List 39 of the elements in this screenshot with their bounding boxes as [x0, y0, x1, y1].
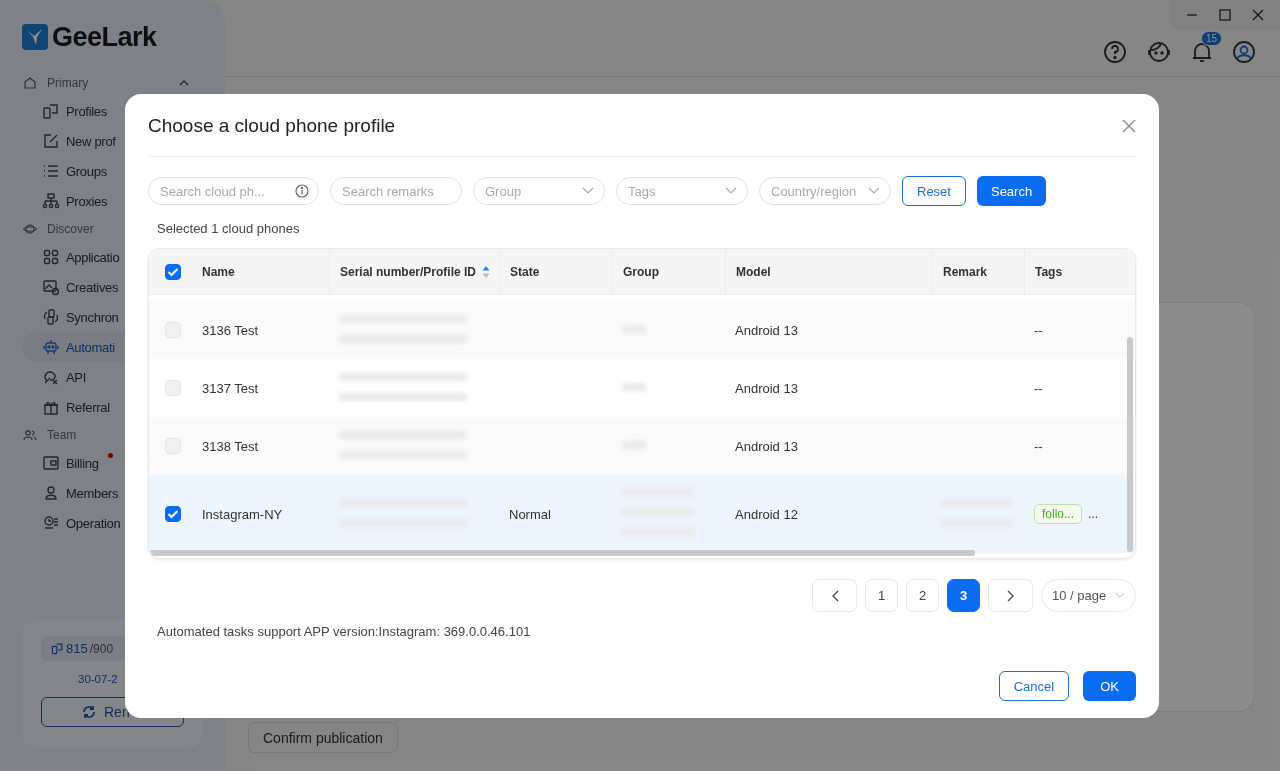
model-text: Android 12: [735, 506, 798, 522]
state-text: Normal: [509, 506, 551, 522]
column-header: Serial number/Profile ID: [340, 264, 477, 279]
cancel-button[interactable]: Cancel: [998, 671, 1070, 701]
page-button[interactable]: 3: [947, 579, 980, 612]
notification-badge: 15: [1201, 31, 1223, 46]
expiry-date: 30-07-2: [78, 672, 118, 687]
section-label: Primary: [47, 76, 89, 90]
section-label: Team: [47, 428, 77, 442]
empty-text: --: [1034, 438, 1043, 454]
column-header: State: [510, 264, 540, 279]
column-header: Name: [202, 264, 235, 279]
column-header: Remark: [943, 264, 988, 279]
tag: follo...: [1034, 504, 1082, 524]
sidebar-item[interactable]: Members: [22, 478, 222, 508]
column-header: Tags: [1035, 264, 1063, 279]
selection-summary: Selected 1 cloud phones: [157, 221, 301, 238]
confirm-publication-button[interactable]: Confirm publication: [248, 722, 398, 753]
profile-name: 3138 Test: [202, 438, 259, 454]
model-text: Android 13: [735, 322, 798, 338]
ok-button[interactable]: OK: [1083, 671, 1136, 701]
empty-text: --: [1034, 322, 1043, 338]
model-text: Android 13: [735, 380, 798, 396]
page-button[interactable]: 2: [906, 579, 939, 612]
dialog-title: Choose a cloud phone profile: [148, 115, 396, 137]
section-label: Discover: [47, 222, 94, 236]
reset-button[interactable]: Reset: [902, 176, 966, 206]
version-note: Automated tasks support APP version:Instagram: 369.0.0.46.101: [157, 624, 532, 639]
search-field[interactable]: Search cloud ph...: [148, 177, 319, 205]
search-field[interactable]: Search remarks: [330, 177, 462, 205]
model-text: Android 13: [735, 438, 798, 454]
column-header: Group: [623, 264, 659, 279]
logo-text: GeeLark: [52, 21, 157, 53]
profile-name: Instagram-NY: [202, 506, 283, 522]
search-button[interactable]: Search: [976, 176, 1047, 206]
more-tags-text[interactable]: ...: [1088, 507, 1099, 521]
page-button[interactable]: 1: [865, 579, 898, 612]
column-header: Model: [736, 264, 771, 279]
empty-text: --: [1034, 380, 1043, 396]
